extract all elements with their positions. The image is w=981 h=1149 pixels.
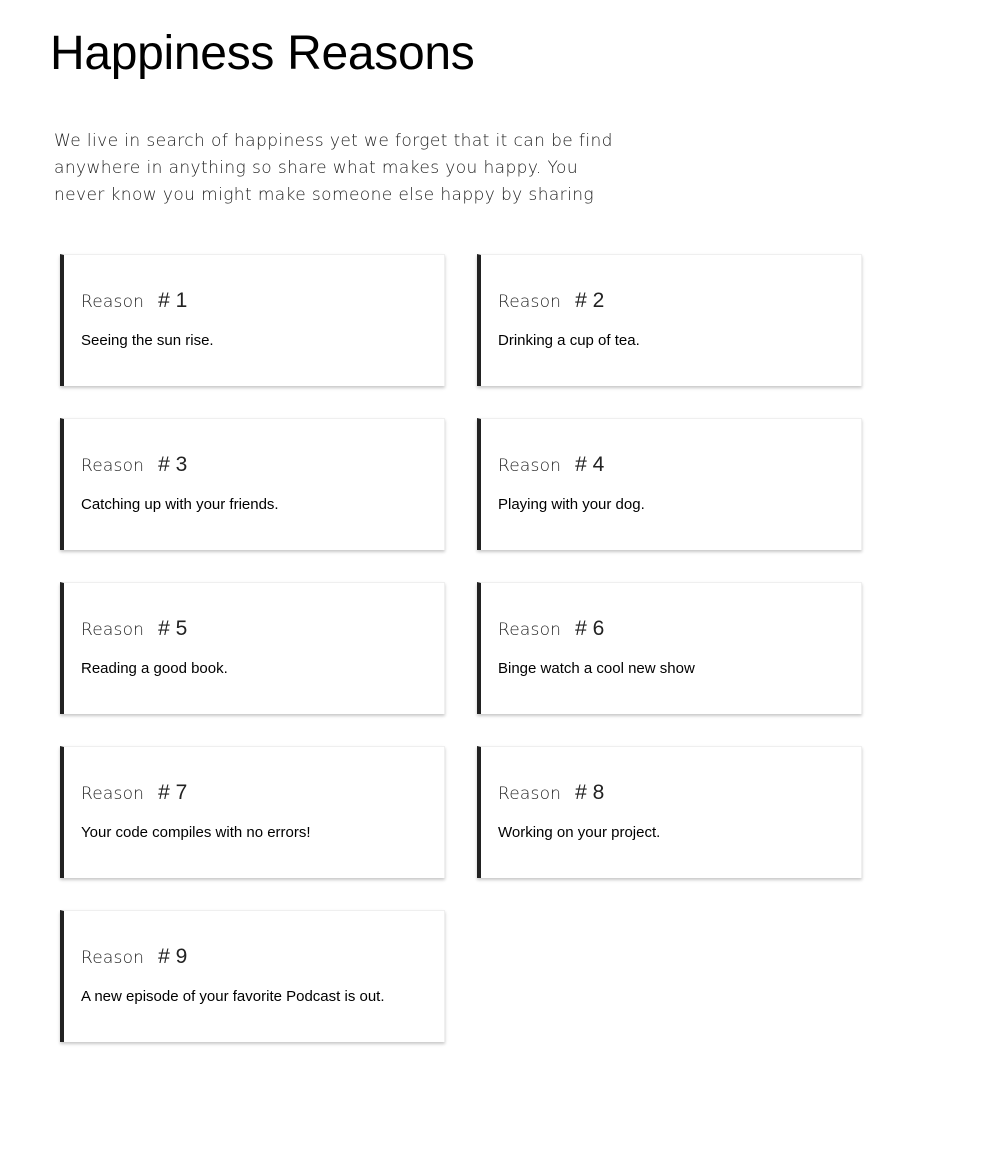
reason-heading: Reason # 2: [498, 289, 861, 319]
reason-text: Playing with your dog.: [498, 496, 645, 513]
reason-heading: Reason # 8: [498, 781, 861, 811]
reason-card: Reason # 9 A new episode of your favorit…: [60, 910, 445, 1042]
reason-number: # 9: [158, 945, 188, 968]
reason-label: Reason: [81, 456, 145, 476]
reason-label: Reason: [81, 292, 145, 312]
reason-label: Reason: [498, 784, 562, 804]
reason-heading: Reason # 5: [81, 617, 444, 647]
reason-label: Reason: [498, 620, 562, 640]
reason-heading: Reason # 7: [81, 781, 444, 811]
reason-heading: Reason # 6: [498, 617, 861, 647]
reason-label: Reason: [498, 456, 562, 476]
reason-text: Your code compiles with no errors!: [81, 824, 311, 841]
reason-card: Reason # 8 Working on your project.: [477, 746, 862, 878]
reason-card: Reason # 1 Seeing the sun rise.: [60, 254, 445, 386]
reason-number: # 6: [575, 617, 605, 640]
reasons-grid: Reason # 1 Seeing the sun rise. Reason #…: [60, 254, 870, 1042]
reason-number: # 5: [158, 617, 188, 640]
reason-number: # 1: [158, 289, 188, 312]
reason-text: Reading a good book.: [81, 660, 228, 677]
reason-label: Reason: [81, 948, 145, 968]
reason-number: # 4: [575, 453, 605, 476]
reason-heading: Reason # 3: [81, 453, 444, 483]
reason-heading: Reason # 4: [498, 453, 861, 483]
reason-number: # 2: [575, 289, 605, 312]
reason-label: Reason: [81, 620, 145, 640]
reason-text: Seeing the sun rise.: [81, 332, 214, 349]
reason-heading: Reason # 1: [81, 289, 444, 319]
reason-text: Catching up with your friends.: [81, 496, 279, 513]
reason-label: Reason: [81, 784, 145, 804]
reason-label: Reason: [498, 292, 562, 312]
reason-card: Reason # 4 Playing with your dog.: [477, 418, 862, 550]
reason-text: Working on your project.: [498, 824, 661, 841]
reason-card: Reason # 7 Your code compiles with no er…: [60, 746, 445, 878]
reason-card: Reason # 5 Reading a good book.: [60, 582, 445, 714]
reason-card: Reason # 2 Drinking a cup of tea.: [477, 254, 862, 386]
reason-heading: Reason # 9: [81, 945, 444, 975]
reason-number: # 3: [158, 453, 188, 476]
reason-number: # 8: [575, 781, 605, 804]
intro-text: We live in search of happiness yet we fo…: [54, 131, 613, 205]
reason-number: # 7: [158, 781, 188, 804]
reason-text: Binge watch a cool new show: [498, 660, 695, 677]
reason-card: Reason # 3 Catching up with your friends…: [60, 418, 445, 550]
page-title: Happiness Reasons: [50, 27, 475, 80]
reason-card: Reason # 6 Binge watch a cool new show: [477, 582, 862, 714]
reason-text: Drinking a cup of tea.: [498, 332, 640, 349]
reason-text: A new episode of your favorite Podcast i…: [81, 988, 385, 1005]
